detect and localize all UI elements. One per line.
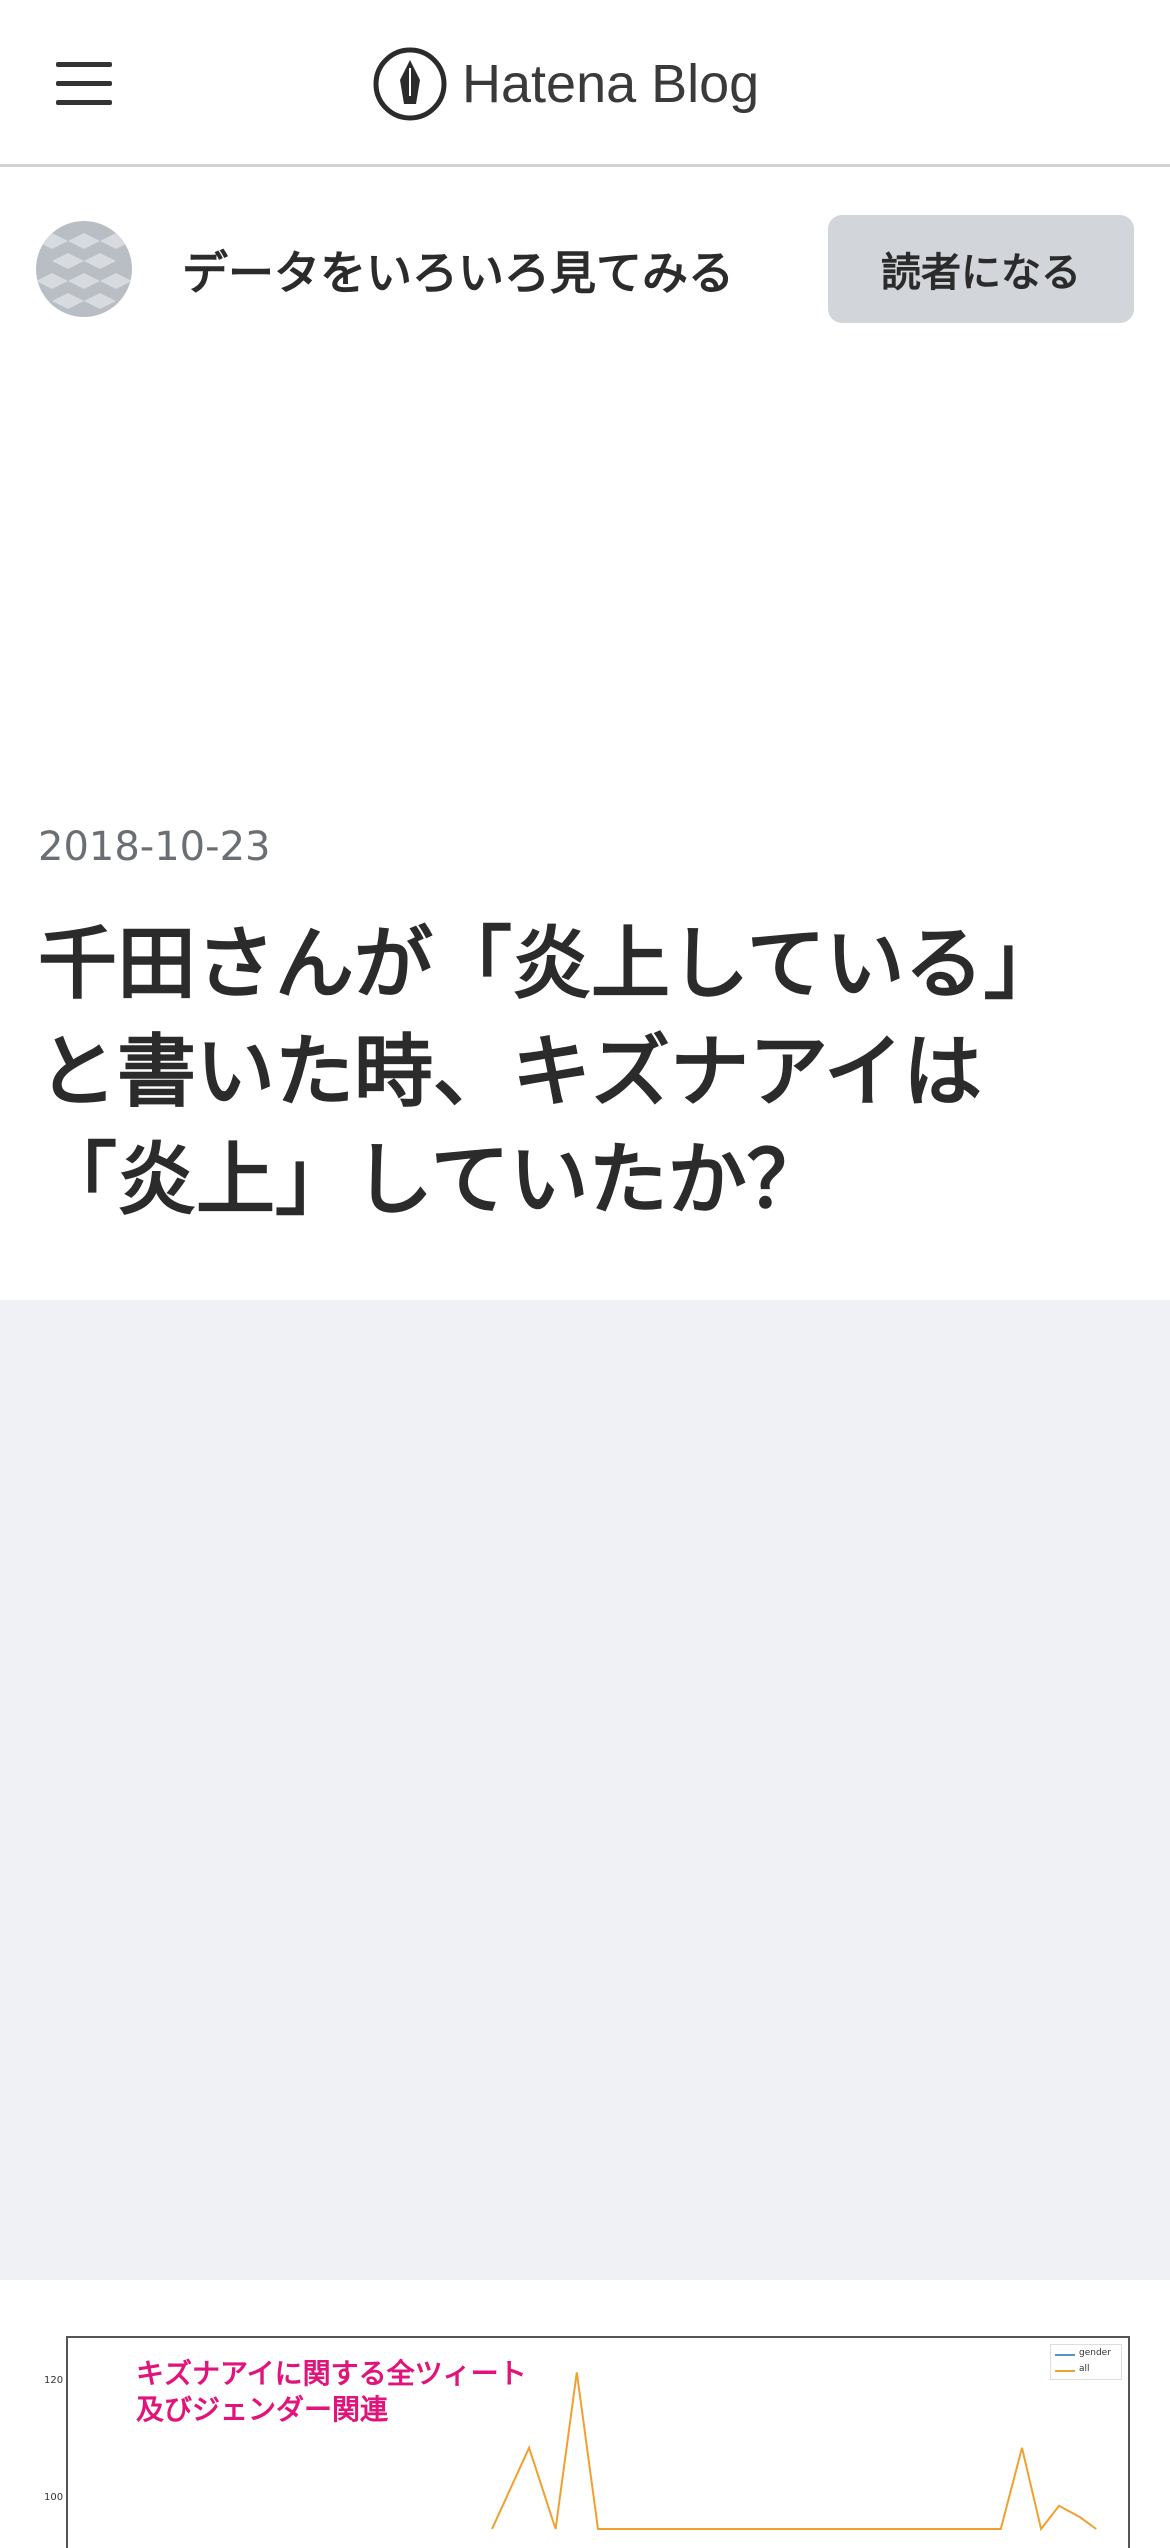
y-tick-label: 120 [44, 2375, 64, 2386]
legend-swatch-all [1055, 2370, 1075, 2372]
legend-swatch-gender [1055, 2354, 1075, 2356]
subscribe-button[interactable]: 読者になる [828, 215, 1134, 323]
pen-nib-icon [373, 47, 447, 121]
entry-date[interactable]: 2018-10-23 [38, 824, 270, 870]
chart-caption-line: キズナアイに関する全ツィート [136, 2357, 527, 2390]
entry-chart-image: キズナアイに関する全ツィート 及びジェンダー関連 gender all [66, 2336, 1130, 2548]
ad-placeholder [0, 1300, 1170, 2280]
series-line-all [491, 2372, 1097, 2532]
entry-title[interactable]: 千田さんが「炎上している」と書いた時、キズナアイは「炎上」していたか？ [38, 910, 1138, 1234]
chart-caption-line: 及びジェンダー関連 [136, 2393, 389, 2426]
top-bar: Hatena Blog [0, 0, 1170, 167]
legend-label: gender [1079, 2348, 1111, 2358]
legend-label: all [1079, 2364, 1090, 2374]
blog-title[interactable]: データをいろいろ見てみる [182, 237, 734, 303]
hatena-blog-logo[interactable]: Hatena Blog [372, 44, 759, 124]
chart-caption: キズナアイに関する全ツィート 及びジェンダー関連 [136, 2356, 527, 2428]
logo-text: Hatena Blog [462, 54, 760, 114]
chart-legend: gender all [1050, 2344, 1122, 2380]
hamburger-menu-icon[interactable] [56, 62, 112, 106]
blog-header: データをいろいろ見てみる 読者になる [0, 167, 1170, 367]
blog-avatar[interactable] [36, 221, 132, 317]
y-tick-label: 100 [44, 2492, 64, 2503]
